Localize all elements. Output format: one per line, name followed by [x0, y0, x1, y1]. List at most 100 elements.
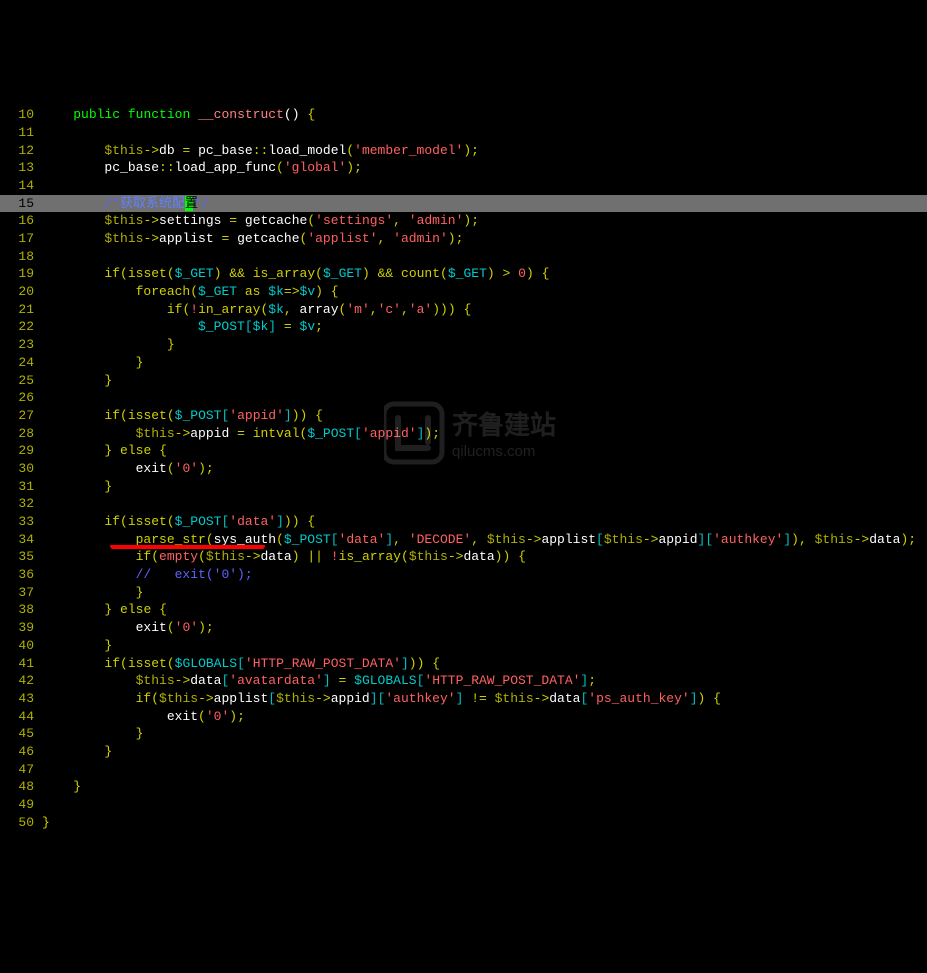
code-content[interactable]: exit('0'); [42, 619, 927, 637]
code-line-12[interactable]: 12 $this->db = pc_base::load_model('memb… [0, 142, 927, 160]
code-content[interactable]: } [42, 743, 927, 761]
line-number: 10 [0, 106, 42, 124]
code-content[interactable]: exit('0'); [42, 708, 927, 726]
line-number: 13 [0, 159, 42, 177]
code-content[interactable]: if(isset($_GET) && is_array($_GET) && co… [42, 265, 927, 283]
line-number: 31 [0, 478, 42, 496]
code-line-38[interactable]: 38 } else { [0, 601, 927, 619]
code-content[interactable]: if($this->applist[$this->appid]['authkey… [42, 690, 927, 708]
line-number: 37 [0, 584, 42, 602]
code-line-44[interactable]: 44 exit('0'); [0, 708, 927, 726]
code-content[interactable]: } [42, 778, 927, 796]
line-number: 40 [0, 637, 42, 655]
line-number: 21 [0, 301, 42, 319]
line-number: 36 [0, 566, 42, 584]
code-line-19[interactable]: 19 if(isset($_GET) && is_array($_GET) &&… [0, 265, 927, 283]
line-number: 32 [0, 495, 42, 513]
code-content[interactable]: if(isset($_POST['appid'])) { [42, 407, 927, 425]
code-line-37[interactable]: 37 } [0, 584, 927, 602]
line-number: 16 [0, 212, 42, 230]
code-content[interactable]: /*获取系统配置*/ [42, 195, 927, 213]
code-line-46[interactable]: 46 } [0, 743, 927, 761]
code-content[interactable]: $this->settings = getcache('settings', '… [42, 212, 927, 230]
code-line-16[interactable]: 16 $this->settings = getcache('settings'… [0, 212, 927, 230]
code-line-36[interactable]: 36 // exit('0'); [0, 566, 927, 584]
code-line-22[interactable]: 22 $_POST[$k] = $v; [0, 318, 927, 336]
code-content[interactable]: exit('0'); [42, 460, 927, 478]
code-line-32[interactable]: 32 [0, 495, 927, 513]
code-line-15[interactable]: 15 /*获取系统配置*/ [0, 195, 927, 213]
code-line-20[interactable]: 20 foreach($_GET as $k=>$v) { [0, 283, 927, 301]
code-content[interactable]: } [42, 637, 927, 655]
code-content[interactable]: $_POST[$k] = $v; [42, 318, 927, 336]
code-content[interactable]: } else { [42, 601, 927, 619]
line-number: 22 [0, 318, 42, 336]
code-content[interactable]: foreach($_GET as $k=>$v) { [42, 283, 927, 301]
code-line-40[interactable]: 40 } [0, 637, 927, 655]
code-line-35[interactable]: 35 if(empty($this->data) || !is_array($t… [0, 548, 927, 566]
code-line-42[interactable]: 42 $this->data['avatardata'] = $GLOBALS[… [0, 672, 927, 690]
code-line-28[interactable]: 28 $this->appid = intval($_POST['appid']… [0, 425, 927, 443]
line-number: 46 [0, 743, 42, 761]
line-number: 49 [0, 796, 42, 814]
code-content[interactable]: if(isset($_POST['data'])) { [42, 513, 927, 531]
code-content[interactable]: pc_base::load_app_func('global'); [42, 159, 927, 177]
code-line-13[interactable]: 13 pc_base::load_app_func('global'); [0, 159, 927, 177]
line-number: 14 [0, 177, 42, 195]
code-content[interactable]: } [42, 725, 927, 743]
code-line-29[interactable]: 29 } else { [0, 442, 927, 460]
code-line-21[interactable]: 21 if(!in_array($k, array('m','c','a')))… [0, 301, 927, 319]
line-number: 39 [0, 619, 42, 637]
line-number: 38 [0, 601, 42, 619]
code-line-45[interactable]: 45 } [0, 725, 927, 743]
code-line-25[interactable]: 25 } [0, 372, 927, 390]
code-line-39[interactable]: 39 exit('0'); [0, 619, 927, 637]
line-number: 43 [0, 690, 42, 708]
code-content[interactable]: } [42, 814, 927, 832]
code-content[interactable]: if(isset($GLOBALS['HTTP_RAW_POST_DATA'])… [42, 655, 927, 673]
code-content[interactable]: } [42, 372, 927, 390]
code-content[interactable]: } else { [42, 442, 927, 460]
code-line-18[interactable]: 18 [0, 248, 927, 266]
code-line-33[interactable]: 33 if(isset($_POST['data'])) { [0, 513, 927, 531]
code-content[interactable]: if(!in_array($k, array('m','c','a'))) { [42, 301, 927, 319]
line-number: 19 [0, 265, 42, 283]
code-line-50[interactable]: 50} [0, 814, 927, 832]
line-number: 47 [0, 761, 42, 779]
code-line-10[interactable]: 10 public function __construct() { [0, 106, 927, 124]
line-number: 11 [0, 124, 42, 142]
line-number: 44 [0, 708, 42, 726]
code-line-49[interactable]: 49 [0, 796, 927, 814]
code-content[interactable]: } [42, 584, 927, 602]
code-content[interactable]: // exit('0'); [42, 566, 927, 584]
code-content[interactable]: } [42, 478, 927, 496]
code-line-24[interactable]: 24 } [0, 354, 927, 372]
code-line-11[interactable]: 11 [0, 124, 927, 142]
cursor: 置 [185, 196, 193, 211]
code-line-27[interactable]: 27 if(isset($_POST['appid'])) { [0, 407, 927, 425]
code-line-14[interactable]: 14 [0, 177, 927, 195]
code-content[interactable]: $this->appid = intval($_POST['appid']); [42, 425, 927, 443]
code-line-31[interactable]: 31 } [0, 478, 927, 496]
code-editor[interactable]: 10 public function __construct() {1112 $… [0, 71, 927, 885]
code-content[interactable]: } [42, 336, 927, 354]
code-content[interactable]: } [42, 354, 927, 372]
line-number: 48 [0, 778, 42, 796]
line-number: 42 [0, 672, 42, 690]
code-content[interactable]: $this->applist = getcache('applist', 'ad… [42, 230, 927, 248]
line-number: 33 [0, 513, 42, 531]
code-line-47[interactable]: 47 [0, 761, 927, 779]
code-content[interactable]: $this->data['avatardata'] = $GLOBALS['HT… [42, 672, 927, 690]
code-line-48[interactable]: 48 } [0, 778, 927, 796]
code-content[interactable]: public function __construct() { [42, 106, 927, 124]
code-content[interactable]: $this->db = pc_base::load_model('member_… [42, 142, 927, 160]
line-number: 29 [0, 442, 42, 460]
code-line-26[interactable]: 26 [0, 389, 927, 407]
code-line-43[interactable]: 43 if($this->applist[$this->appid]['auth… [0, 690, 927, 708]
code-line-30[interactable]: 30 exit('0'); [0, 460, 927, 478]
code-line-41[interactable]: 41 if(isset($GLOBALS['HTTP_RAW_POST_DATA… [0, 655, 927, 673]
line-number: 30 [0, 460, 42, 478]
code-line-17[interactable]: 17 $this->applist = getcache('applist', … [0, 230, 927, 248]
code-content[interactable]: if(empty($this->data) || !is_array($this… [42, 548, 927, 566]
code-line-23[interactable]: 23 } [0, 336, 927, 354]
